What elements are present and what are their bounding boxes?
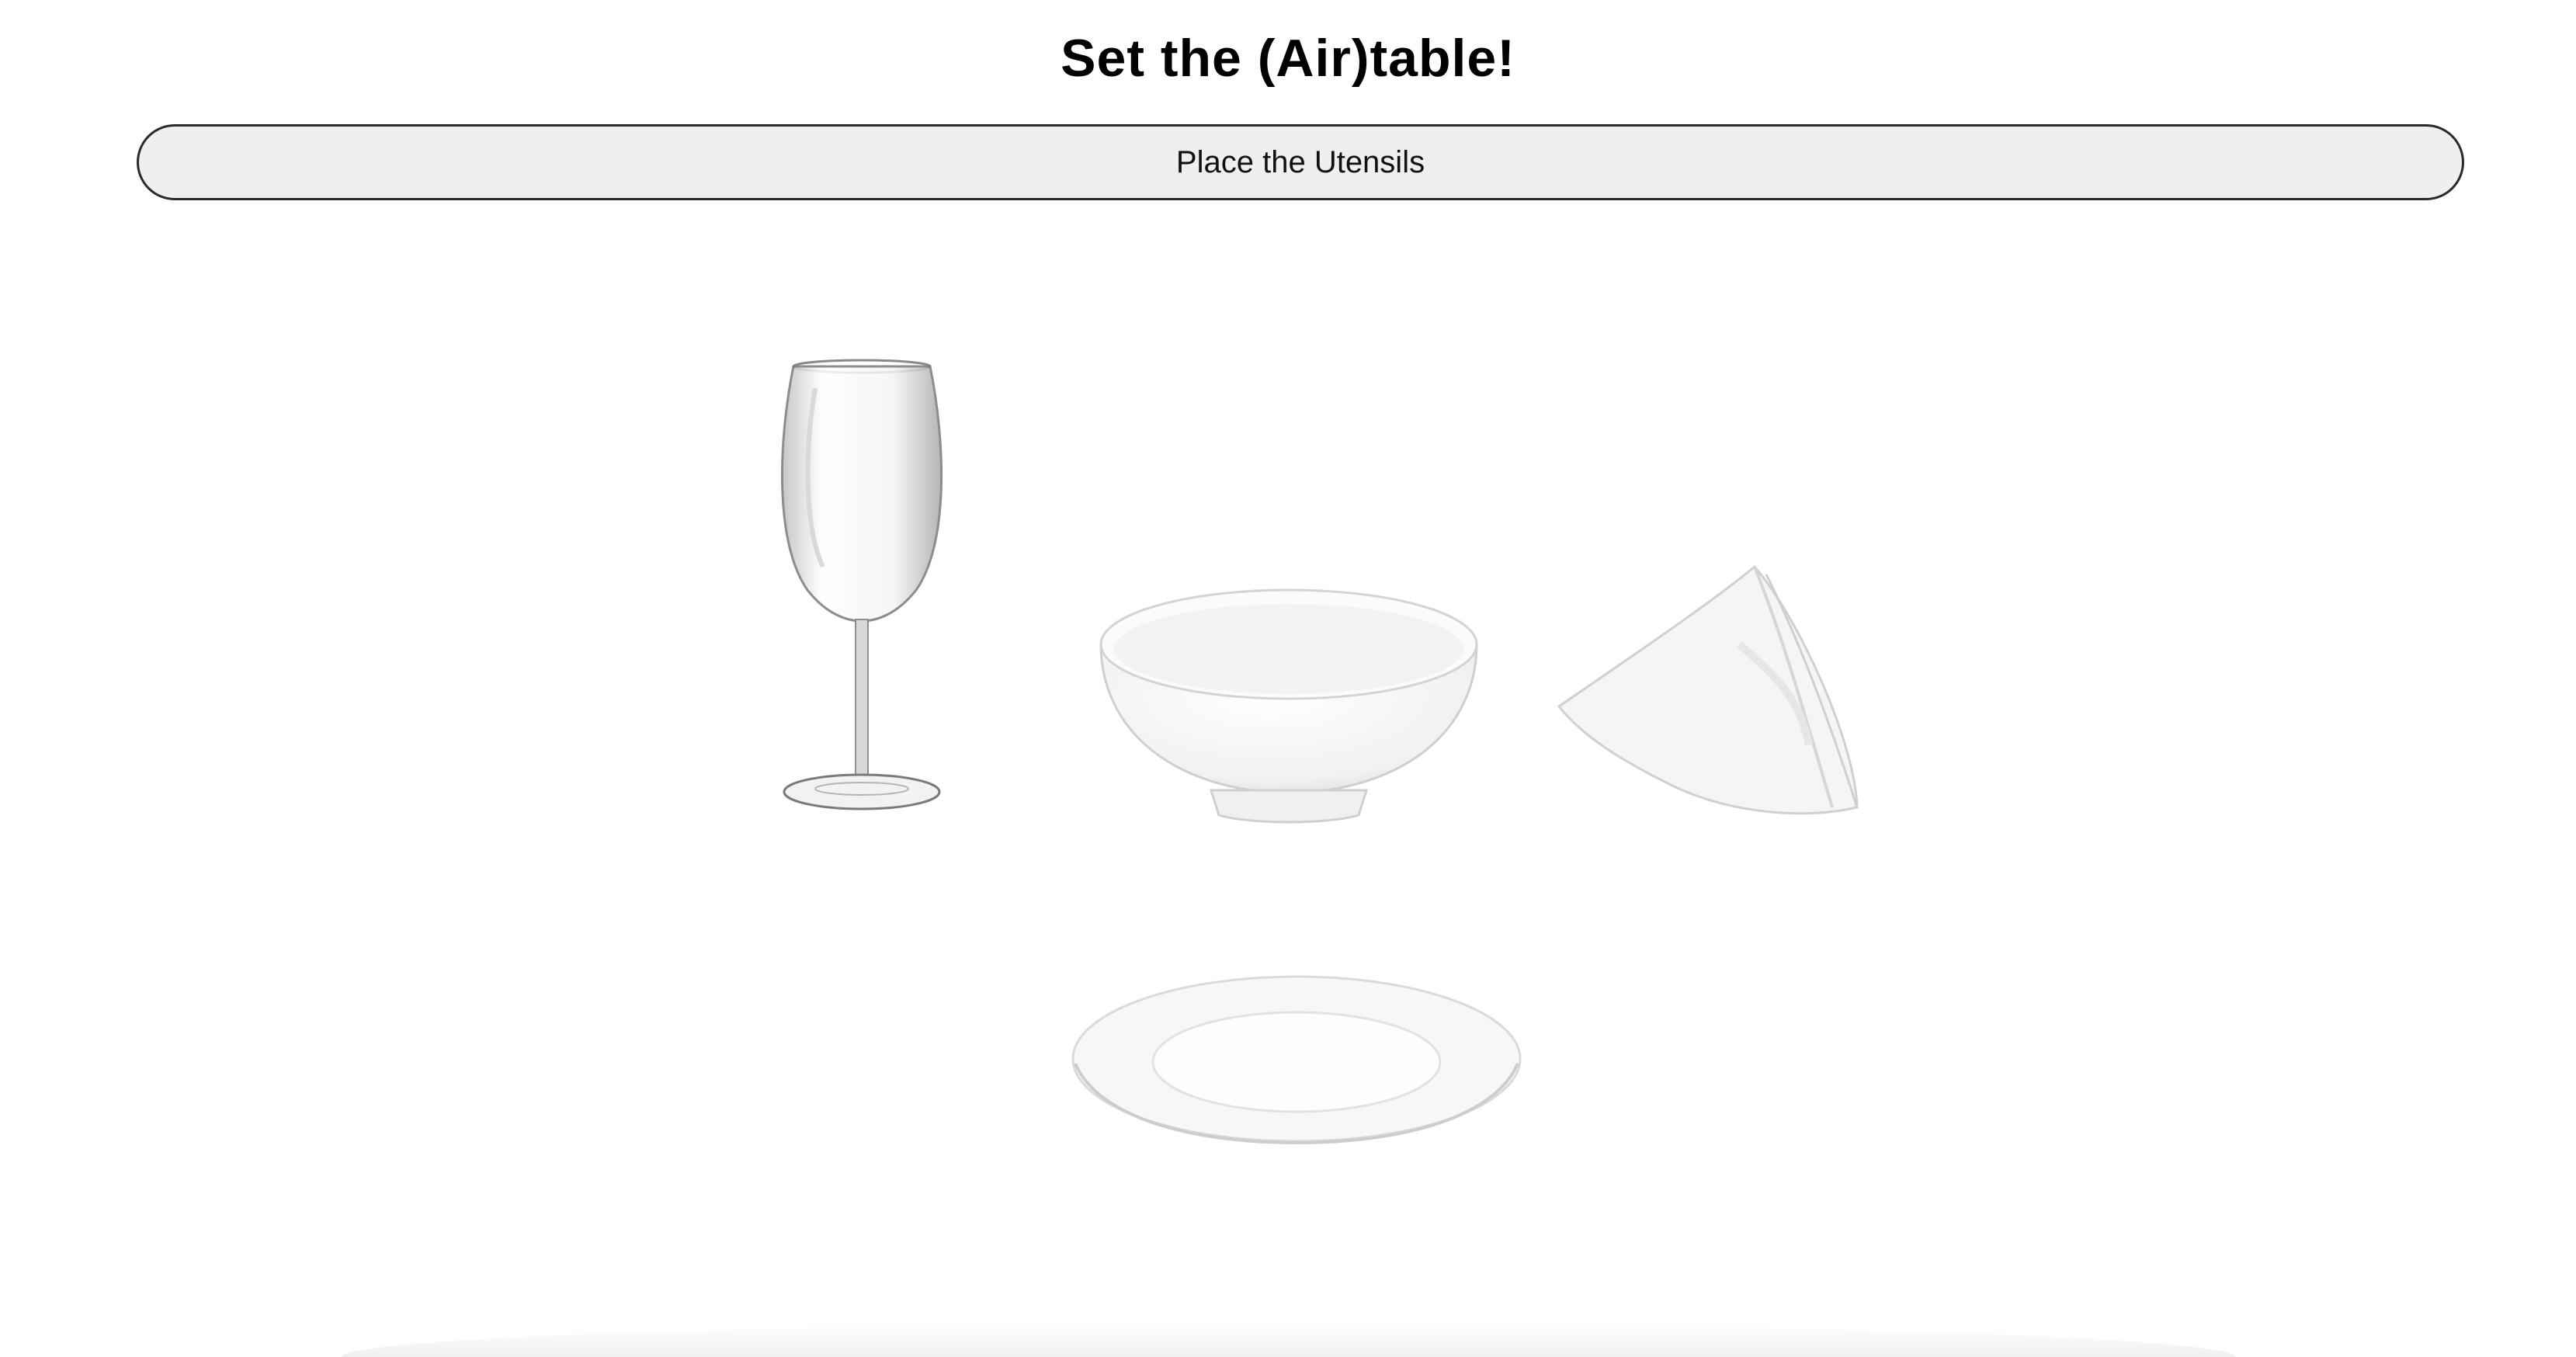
- napkin-item[interactable]: [1553, 551, 1879, 846]
- wine-glass-icon: [780, 359, 943, 810]
- page-title: Set the (Air)table!: [1061, 29, 1515, 88]
- bowl-item[interactable]: [1095, 582, 1483, 831]
- table-edge-shadow: [342, 1323, 2236, 1357]
- bowl-icon: [1099, 588, 1478, 824]
- plate-item[interactable]: [1068, 963, 1526, 1149]
- wine-glass-item[interactable]: [761, 357, 963, 823]
- plate-icon: [1071, 975, 1522, 1145]
- napkin-icon: [1557, 564, 1859, 815]
- place-utensils-button[interactable]: Place the Utensils: [137, 124, 2464, 200]
